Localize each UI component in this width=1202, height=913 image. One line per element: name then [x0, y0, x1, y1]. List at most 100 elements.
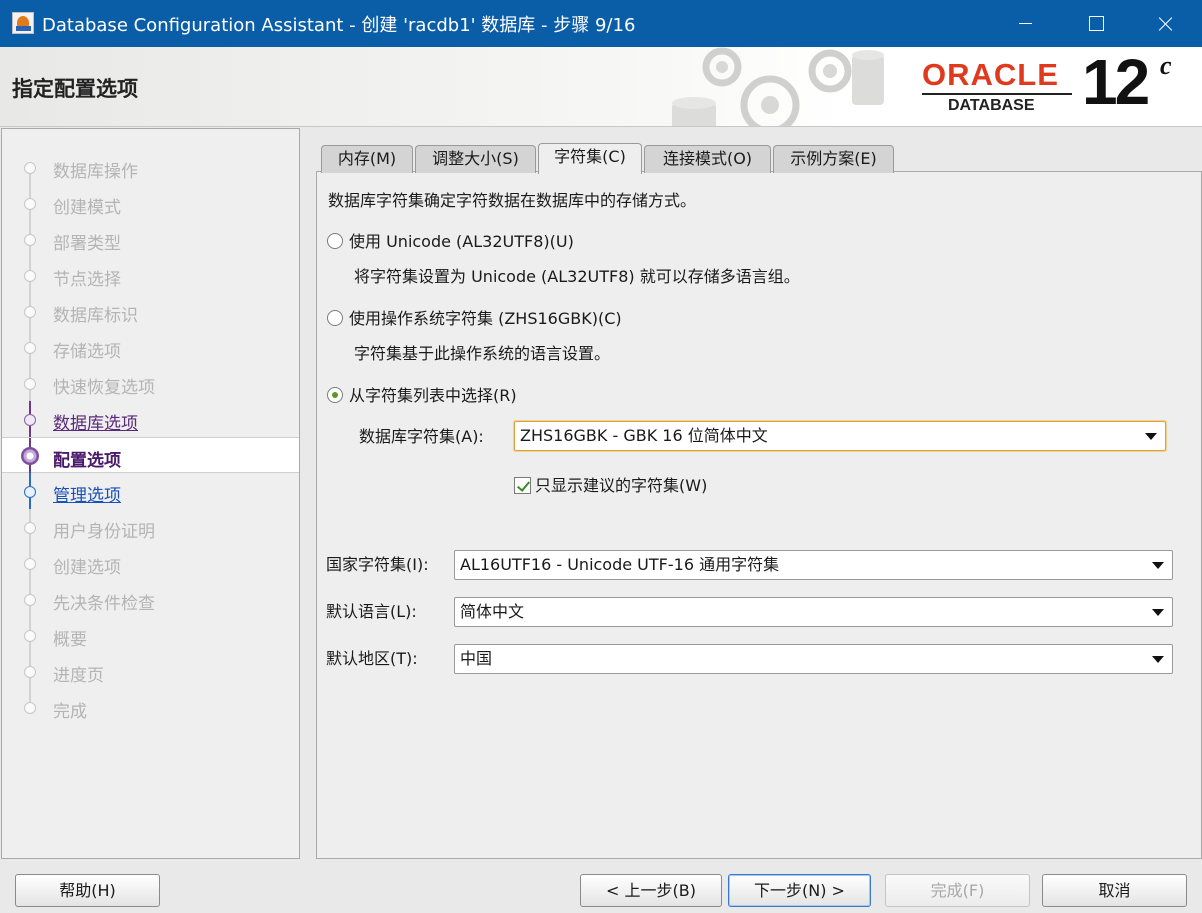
default-language-value: 简体中文	[460, 602, 525, 621]
window-title: Database Configuration Assistant - 创建 'r…	[42, 15, 636, 36]
default-language-label: 默认语言(L):	[326, 602, 417, 621]
step-dot-icon	[24, 666, 36, 678]
charset-description: 数据库字符集确定字符数据在数据库中的存储方式。	[328, 191, 697, 210]
show-recommended-checkbox[interactable]: 只显示建议的字符集(W)	[514, 472, 707, 496]
default-territory-select[interactable]: 中国	[454, 644, 1173, 674]
radio-unicode-label: 使用 Unicode (AL32UTF8)(U)	[349, 232, 574, 251]
page-header: 指定配置选项 ORACLE DATABASE 12 c	[0, 47, 1202, 127]
db-charset-value: ZHS16GBK - GBK 16 位简体中文	[520, 426, 768, 445]
step-item: 创建选项	[2, 545, 299, 581]
step-dot-icon	[24, 270, 36, 282]
step-label: 数据库操作	[53, 162, 138, 182]
step-label: 部署类型	[53, 234, 121, 254]
chevron-down-icon	[1152, 656, 1164, 663]
radio-os-charset[interactable]: 使用操作系统字符集 (ZHS16GBK)(C)	[327, 305, 622, 329]
step-label: 数据库选项	[53, 414, 138, 434]
national-charset-value: AL16UTF16 - Unicode UTF-16 通用字符集	[460, 555, 780, 574]
radio-unicode[interactable]: 使用 Unicode (AL32UTF8)(U)	[327, 228, 574, 252]
step-label: 配置选项	[53, 451, 121, 471]
radio-unicode-button[interactable]	[327, 233, 343, 249]
step-label: 进度页	[53, 666, 104, 686]
step-dot-icon	[24, 558, 36, 570]
step-dot-icon	[24, 486, 36, 498]
default-territory-value: 中国	[460, 649, 493, 668]
step-item: 存储选项	[2, 329, 299, 365]
step-label: 快速恢复选项	[53, 378, 155, 398]
step-item: 先决条件检查	[2, 581, 299, 617]
step-item: 节点选择	[2, 257, 299, 293]
step-dot-icon	[24, 342, 36, 354]
step-label: 用户身份证明	[53, 522, 155, 542]
back-button[interactable]: < 上一步(B)	[580, 874, 722, 907]
radio-from-list-label: 从字符集列表中选择(R)	[349, 386, 517, 405]
step-label: 管理选项	[53, 486, 121, 506]
close-button[interactable]	[1130, 0, 1200, 47]
java-app-icon	[12, 12, 34, 34]
step-item: 配置选项	[2, 437, 299, 474]
chevron-down-icon	[1145, 433, 1157, 440]
cancel-button[interactable]: 取消	[1042, 874, 1187, 907]
step-dot-icon	[24, 306, 36, 318]
next-button[interactable]: 下一步(N) >	[728, 874, 871, 907]
radio-from-list[interactable]: 从字符集列表中选择(R)	[327, 382, 517, 406]
step-dot-icon	[24, 378, 36, 390]
radio-os-charset-desc: 字符集基于此操作系统的语言设置。	[354, 344, 611, 363]
step-item: 快速恢复选项	[2, 365, 299, 401]
tab-sizing[interactable]: 调整大小(S)	[415, 145, 536, 173]
minimize-button[interactable]	[990, 0, 1060, 47]
tab-connection-mode[interactable]: 连接模式(O)	[644, 145, 771, 173]
step-label: 节点选择	[53, 270, 121, 290]
db-charset-label: 数据库字符集(A):	[359, 427, 484, 446]
gears-graphic-icon	[672, 47, 884, 126]
main-area: 数据库操作创建模式部署类型节点选择数据库标识存储选项快速恢复选项 数据库选项配置选…	[0, 127, 1202, 913]
step-label: 概要	[53, 630, 87, 650]
default-territory-label: 默认地区(T):	[326, 649, 418, 668]
tab-sample-schemas[interactable]: 示例方案(E)	[773, 145, 894, 173]
step-label: 完成	[53, 702, 87, 722]
step-item: 部署类型	[2, 221, 299, 257]
step-label: 创建选项	[53, 558, 121, 578]
step-dot-icon	[24, 162, 36, 174]
radio-from-list-button[interactable]	[327, 387, 343, 403]
step-dot-icon	[24, 522, 36, 534]
db-charset-select[interactable]: ZHS16GBK - GBK 16 位简体中文	[514, 421, 1166, 451]
step-label: 先决条件检查	[53, 594, 155, 614]
step-item: 完成	[2, 689, 299, 725]
tab-memory[interactable]: 内存(M)	[321, 145, 413, 173]
step-label: 数据库标识	[53, 306, 138, 326]
step-item: 概要	[2, 617, 299, 653]
title-bar: Database Configuration Assistant - 创建 'r…	[0, 0, 1202, 47]
national-charset-label: 国家字符集(I):	[326, 555, 429, 574]
checkbox-box[interactable]	[514, 477, 531, 494]
step-navigator: 数据库操作创建模式部署类型节点选择数据库标识存储选项快速恢复选项 数据库选项配置选…	[1, 128, 300, 859]
step-label: 存储选项	[53, 342, 121, 362]
step-dot-icon	[24, 414, 36, 426]
tab-charset[interactable]: 字符集(C)	[538, 143, 642, 174]
step-item[interactable]: 数据库选项	[2, 401, 299, 437]
chevron-down-icon	[1152, 609, 1164, 616]
national-charset-select[interactable]: AL16UTF16 - Unicode UTF-16 通用字符集	[454, 550, 1173, 580]
finish-button[interactable]: 完成(F)	[885, 874, 1030, 907]
maximize-button[interactable]	[1060, 0, 1130, 47]
step-label: 创建模式	[53, 198, 121, 218]
version-suffix: c	[1160, 51, 1172, 80]
step-item: 进度页	[2, 653, 299, 689]
step-dot-icon	[24, 198, 36, 210]
version-number: 12	[1082, 47, 1150, 118]
help-button[interactable]: 帮助(H)	[15, 874, 160, 907]
radio-unicode-desc: 将字符集设置为 Unicode (AL32UTF8) 就可以存储多语言组。	[354, 267, 800, 286]
radio-os-charset-button[interactable]	[327, 310, 343, 326]
step-item: 创建模式	[2, 185, 299, 221]
show-recommended-label: 只显示建议的字符集(W)	[535, 476, 708, 495]
default-language-select[interactable]: 简体中文	[454, 597, 1173, 627]
step-dot-icon	[24, 234, 36, 246]
step-dot-icon	[24, 702, 36, 714]
page-title: 指定配置选项	[12, 77, 138, 101]
oracle-logo: ORACLE DATABASE	[918, 57, 1078, 119]
step-dot-icon	[21, 447, 39, 465]
step-item[interactable]: 管理选项	[2, 473, 299, 509]
chevron-down-icon	[1152, 562, 1164, 569]
step-dot-icon	[24, 594, 36, 606]
step-item: 数据库标识	[2, 293, 299, 329]
step-item: 数据库操作	[2, 149, 299, 185]
